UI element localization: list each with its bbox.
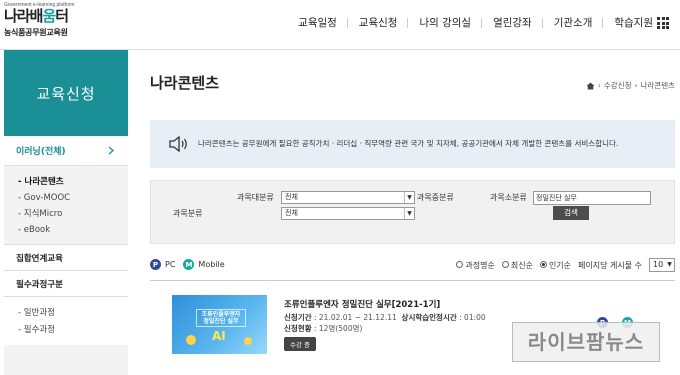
sidebar-subitem-nara-contents[interactable]: - 나라콘텐츠 — [18, 174, 128, 190]
sidebar: 교육신청 이러닝(전체) - 나라콘텐츠 - Gov-MOOC - 지식Micr… — [4, 50, 128, 375]
sort-by-name[interactable]: 과정명순 — [456, 260, 495, 271]
radio-icon — [501, 260, 509, 268]
category-select[interactable]: 전체 ▼ — [281, 207, 415, 220]
chevron-down-icon: ▼ — [667, 261, 672, 268]
speaker-icon — [169, 135, 187, 153]
mobile-label: Mobile — [198, 260, 225, 269]
pc-label: PC — [165, 260, 176, 269]
mobile-icon: M — [183, 259, 195, 270]
search-button[interactable]: 검색 — [553, 206, 589, 220]
lightbulb-icon — [244, 337, 252, 345]
nav-schedule[interactable]: 교육일정 — [287, 16, 348, 30]
watermark: 라이브팜뉴스 — [512, 322, 660, 362]
notice-text: 나라콘텐츠는 공무원에게 필요한 공직가치 · 리더십 · 직무역량 관련 국가… — [198, 139, 619, 148]
breadcrumb-item[interactable]: 수강신청 — [604, 80, 632, 91]
logo-brand: 나라배움터 — [4, 7, 69, 25]
breadcrumb-sep-icon: › — [634, 81, 638, 90]
sidebar-item-blended[interactable]: 집합연계교육 — [4, 245, 128, 271]
category-label: 과목분류 — [173, 209, 203, 218]
status-label: 신청현황 — [284, 324, 312, 333]
thumbnail-accent: AI — [212, 329, 226, 343]
sidebar-submenu-2: - 일반과정 - 필수과정 — [4, 297, 128, 345]
chevron-down-icon: ▼ — [404, 208, 414, 219]
breadcrumb-item[interactable]: 나라콘텐츠 — [641, 80, 676, 91]
sidebar-subitem-general[interactable]: - 일반과정 — [18, 305, 128, 322]
per-page-select[interactable]: 10 ▼ — [649, 258, 675, 272]
list-divider — [150, 280, 675, 281]
main-nav: 교육일정 교육신청 나의 강의실 열린강좌 기관소개 학습지원 — [287, 16, 680, 30]
device-legend: P PC M Mobile — [150, 259, 225, 270]
sidebar-subitem-required[interactable]: - 필수과정 — [18, 322, 128, 339]
nav-open-course[interactable]: 열린강좌 — [482, 16, 543, 30]
site-logo[interactable]: Government e-learning platform 나라배움터 농식품… — [4, 2, 75, 38]
period-value: : 21.02.01 ~ 21.12.11 — [314, 313, 397, 322]
site-header: Government e-learning platform 나라배움터 농식품… — [0, 0, 680, 50]
course-info: 신청기간 : 21.02.01 ~ 21.12.11 상시학습인정시간 : 01… — [284, 312, 486, 334]
sidebar-title: 교육신청 — [4, 50, 128, 136]
status-badge: 수강 중 — [284, 337, 317, 351]
major-category-select[interactable]: 전체 ▼ — [281, 191, 415, 204]
sidebar-subitem-gov-mooc[interactable]: - Gov-MOOC — [18, 190, 128, 206]
minor-category-input[interactable]: 정밀진단 실무 — [533, 191, 651, 205]
sidebar-subitem-micro[interactable]: - 지식Micro — [18, 206, 128, 222]
sort-options: 과정명순 최신순 인기순 페이지당 게시물 수 10 ▼ — [456, 258, 675, 272]
nav-apply[interactable]: 교육신청 — [348, 16, 409, 30]
lightbulb-icon — [186, 335, 196, 345]
breadcrumb: › 수강신청 › 나라콘텐츠 — [586, 80, 675, 91]
list-filters: P PC M Mobile 과정명순 최신순 인기순 페이지당 게시물 수 10… — [150, 257, 675, 273]
page-title: 나라콘텐츠 — [150, 74, 220, 92]
hours-label: 상시학습인정시간 — [401, 313, 457, 322]
hours-value: : 01:00 — [459, 313, 486, 322]
nav-my-classroom[interactable]: 나의 강의실 — [408, 16, 482, 30]
sort-by-latest[interactable]: 최신순 — [501, 260, 533, 271]
per-page-label: 페이지당 게시물 수 — [578, 260, 642, 270]
radio-icon — [456, 260, 464, 268]
sidebar-subitem-ebook[interactable]: - eBook — [18, 222, 128, 238]
all-menu-icon[interactable] — [657, 17, 669, 29]
radio-checked-icon — [539, 260, 547, 268]
breadcrumb-sep-icon: › — [597, 81, 601, 90]
nav-support[interactable]: 학습지원 — [603, 16, 680, 30]
thumbnail-title: 조류인플루엔자 정밀진단 실무 — [196, 309, 246, 327]
nav-about[interactable]: 기관소개 — [543, 16, 604, 30]
period-label: 신청기간 — [284, 313, 312, 322]
minor-category-label: 과목소분류 — [490, 193, 527, 202]
status-value: : 12명(500명) — [314, 324, 363, 333]
home-icon[interactable] — [586, 82, 595, 90]
course-title[interactable]: 조류인플루엔자 정밀진단 실무[2021-1기] — [284, 298, 440, 310]
sidebar-item-elearning[interactable]: 이러닝(전체) — [4, 136, 128, 166]
notice-box: 나라콘텐츠는 공무원에게 필요한 공직가치 · 리더십 · 직무역량 관련 국가… — [150, 120, 675, 168]
pc-icon: P — [150, 259, 161, 270]
chevron-right-icon — [108, 146, 114, 155]
org-name: 농식품공무원교육원 — [4, 28, 68, 37]
search-panel: 과목대분류 전체 ▼ 과목중분류 과목소분류 정밀진단 실무 과목분류 전체 ▼ 검… — [150, 180, 675, 244]
sort-by-popular[interactable]: 인기순 — [539, 260, 571, 271]
middle-category-label: 과목중분류 — [417, 193, 454, 202]
course-thumbnail[interactable]: 조류인플루엔자 정밀진단 실무 AI — [172, 295, 267, 354]
major-category-label: 과목대분류 — [237, 193, 274, 202]
chevron-down-icon: ▼ — [404, 192, 414, 203]
sidebar-submenu: - 나라콘텐츠 - Gov-MOOC - 지식Micro - eBook — [4, 166, 128, 245]
sidebar-item-required-type[interactable]: 필수과정구분 — [4, 271, 128, 297]
